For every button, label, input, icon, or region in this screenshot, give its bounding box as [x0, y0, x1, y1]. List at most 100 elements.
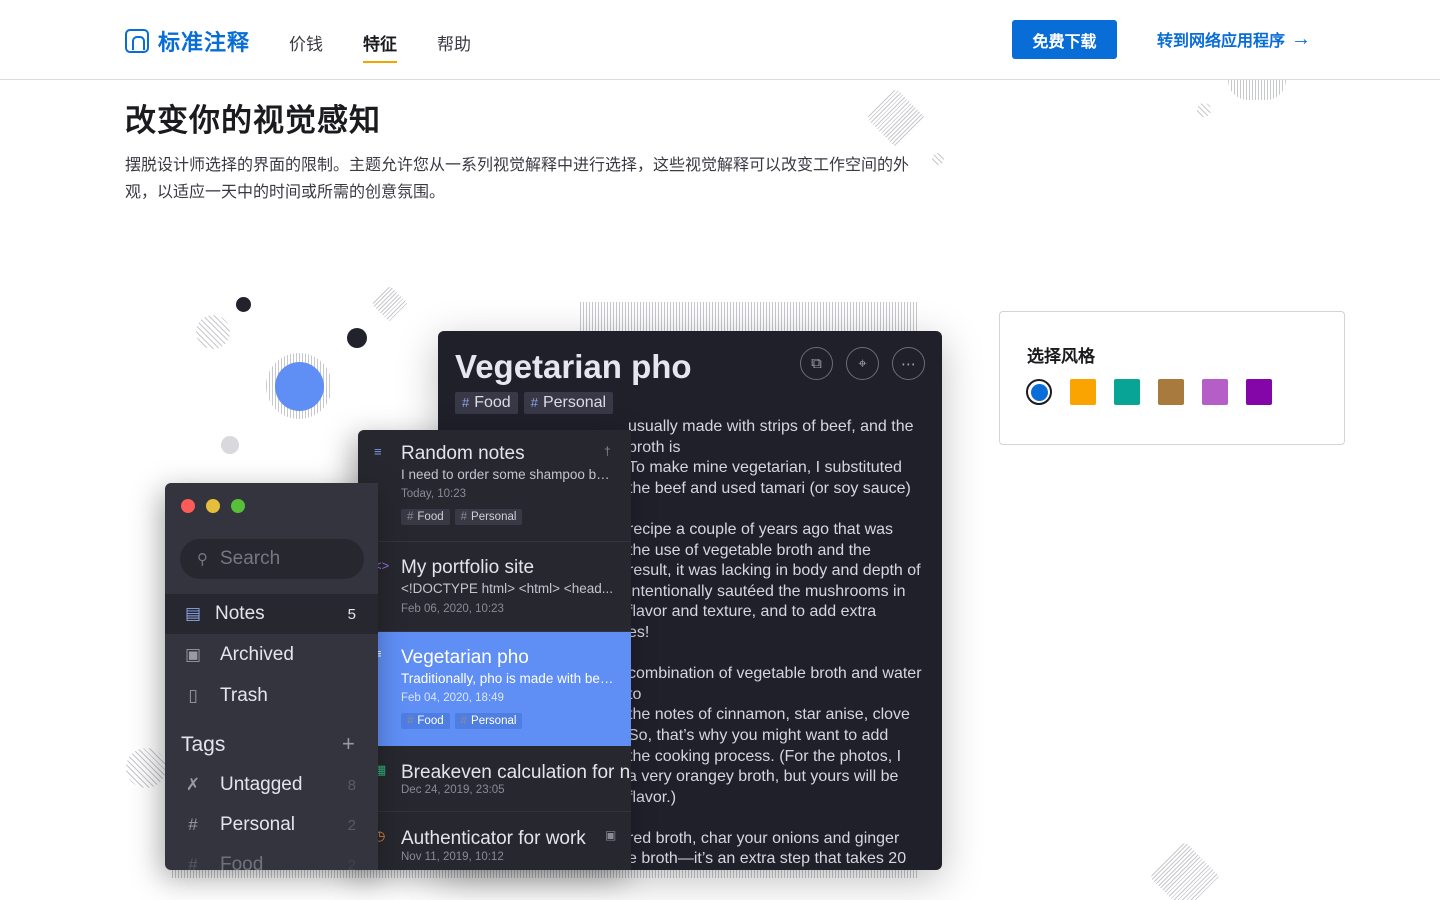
- logo-icon: [125, 29, 149, 53]
- sidebar-item-archived[interactable]: ▣ Archived: [165, 635, 378, 675]
- brand-logo[interactable]: 标准注释: [125, 25, 250, 57]
- note-list-item[interactable]: <> My portfolio site <!DOCTYPE html> <ht…: [358, 542, 631, 632]
- note-date: Feb 06, 2020, 10:23: [401, 603, 504, 615]
- note-list-item[interactable]: ◷ ▣ Authenticator for work Nov 11, 2019,…: [358, 812, 631, 870]
- more-options-icon[interactable]: ⋯: [892, 347, 925, 380]
- minimize-window-icon[interactable]: [206, 499, 220, 513]
- brand-name: 标准注释: [158, 30, 251, 55]
- note-tag: # Food: [401, 509, 450, 525]
- untagged-icon: ✗: [185, 775, 201, 794]
- sidebar-item-label: Notes: [215, 603, 265, 624]
- sidebar-tag-label: Personal: [220, 814, 295, 835]
- note-title: Authenticator for work: [401, 828, 586, 849]
- free-download-button[interactable]: 免费下载: [1012, 20, 1117, 59]
- sidebar-tag-food[interactable]: # Food 2: [165, 845, 378, 870]
- editor-tag[interactable]: # Food: [455, 392, 518, 414]
- search-input[interactable]: ⚲ Search: [180, 539, 364, 579]
- sidebar-tag-label: Food: [220, 854, 264, 870]
- style-picker-card: 选择风格: [999, 311, 1345, 445]
- swatch-blue[interactable]: [1026, 379, 1052, 405]
- sidebar-item-notes[interactable]: ▤ Notes 5: [165, 594, 378, 634]
- decor-hatch: [196, 315, 230, 349]
- editor-tag[interactable]: # Personal: [523, 392, 614, 414]
- sidebar-tag-personal[interactable]: # Personal 2: [165, 805, 378, 845]
- decor-hatch: [1228, 80, 1286, 100]
- decor-hatch: [1197, 103, 1211, 117]
- editor-actions: ⧉ ⌖ ⋯: [800, 347, 925, 380]
- editor-note-title[interactable]: Vegetarian pho: [455, 348, 692, 386]
- note-title: My portfolio site: [401, 557, 535, 578]
- arrow-right-icon: →: [1291, 28, 1312, 50]
- hash-icon: #: [188, 855, 198, 870]
- sidebar-item-label: Trash: [220, 685, 268, 706]
- close-window-icon[interactable]: [181, 499, 195, 513]
- note-preview: Traditionally, pho is made with bee...: [401, 671, 616, 686]
- decor-hatch: [126, 748, 166, 788]
- swatch-teal[interactable]: [1114, 379, 1140, 405]
- web-app-link-label: 转到网络应用程序: [1157, 33, 1286, 50]
- app-sidebar: ⚲ Search ▤ Notes 5 ▣ Archived ▯ Trash Ta…: [165, 483, 378, 870]
- sidebar-tag-count: 8: [347, 776, 356, 794]
- note-list-item[interactable]: ≡ † Random notes I need to order some sh…: [358, 430, 631, 542]
- trash-icon: ▯: [188, 686, 198, 705]
- note-date: Feb 04, 2020, 18:49: [401, 692, 504, 704]
- archive-icon: ▣: [184, 645, 202, 664]
- sidebar-item-label: Archived: [220, 644, 294, 665]
- web-app-link[interactable]: 转到网络应用程序 →: [1157, 27, 1311, 51]
- nav-help[interactable]: 帮助: [437, 30, 471, 63]
- style-swatches: [1026, 379, 1272, 405]
- maximize-window-icon[interactable]: [231, 499, 245, 513]
- decor-dot: [236, 297, 251, 312]
- swatch-orange[interactable]: [1070, 379, 1096, 405]
- editor-tags: # Food # Personal: [455, 392, 614, 414]
- hash-icon: #: [530, 395, 538, 410]
- section-description: 摆脱设计师选择的界面的限制。主题允许您从一系列视觉解释中进行选择，这些视觉解释可…: [125, 157, 910, 201]
- sidebar-tag-untagged[interactable]: ✗ Untagged 8: [165, 765, 378, 805]
- lock-icon: ▣: [605, 828, 617, 842]
- pinned-icon: †: [604, 444, 611, 458]
- swatch-brown[interactable]: [1158, 379, 1184, 405]
- sidebar-tag-label: Untagged: [220, 774, 303, 795]
- decor-hatch: [1149, 841, 1221, 900]
- sidebar-item-trash[interactable]: ▯ Trash: [165, 676, 378, 716]
- main-nav: 价钱 特征 帮助: [289, 30, 471, 63]
- decor-dot: [221, 436, 239, 454]
- note-title: Vegetarian pho: [401, 647, 529, 668]
- swatch-purple[interactable]: [1246, 379, 1272, 405]
- note-list-item[interactable]: ▦ Breakeven calculation for n Dec 24, 20…: [358, 746, 631, 812]
- add-tag-icon[interactable]: +: [342, 731, 355, 757]
- nav-pricing[interactable]: 价钱: [289, 30, 323, 63]
- notes-list: ≡ † Random notes I need to order some sh…: [358, 430, 631, 870]
- note-tag: # Personal: [454, 509, 523, 525]
- note-preview: I need to order some shampoo but...: [401, 467, 616, 482]
- decor-hatch: [932, 153, 944, 165]
- hash-icon: #: [188, 815, 198, 834]
- sidebar-tag-count: 2: [347, 816, 356, 834]
- decor-dot: [275, 362, 324, 411]
- note-date: Dec 24, 2019, 23:05: [401, 784, 505, 796]
- style-picker-label: 选择风格: [1027, 347, 1095, 366]
- hash-icon: #: [462, 395, 470, 410]
- note-date: Nov 11, 2019, 10:12: [401, 851, 504, 863]
- pin-icon[interactable]: ⌖: [846, 347, 879, 380]
- section-title: 改变你的视觉感知: [125, 103, 381, 138]
- note-tag: # Food: [401, 713, 450, 729]
- note-list-item[interactable]: ≡ Vegetarian pho Traditionally, pho is m…: [358, 632, 631, 746]
- sidebar-tag-count: 2: [347, 856, 356, 871]
- note-title: Breakeven calculation for n: [401, 762, 631, 783]
- decor-hatch: [866, 88, 926, 148]
- nav-features[interactable]: 特征: [363, 30, 397, 63]
- decor-hatch: [580, 302, 918, 332]
- notes-icon: ▤: [184, 604, 202, 623]
- text-note-icon: ≡: [374, 444, 382, 459]
- search-icon: ⚲: [197, 551, 208, 568]
- decor-dot: [347, 328, 367, 348]
- search-placeholder: Search: [220, 548, 281, 569]
- tags-heading: Tags: [181, 733, 226, 756]
- swatch-pink[interactable]: [1202, 379, 1228, 405]
- note-preview: <!DOCTYPE html> <html> <head...: [401, 581, 613, 596]
- attachment-icon[interactable]: ⧉: [800, 347, 833, 380]
- note-tags: # Food # Personal: [401, 509, 523, 525]
- note-date: Today, 10:23: [401, 488, 467, 500]
- sidebar-item-count: 5: [347, 605, 356, 623]
